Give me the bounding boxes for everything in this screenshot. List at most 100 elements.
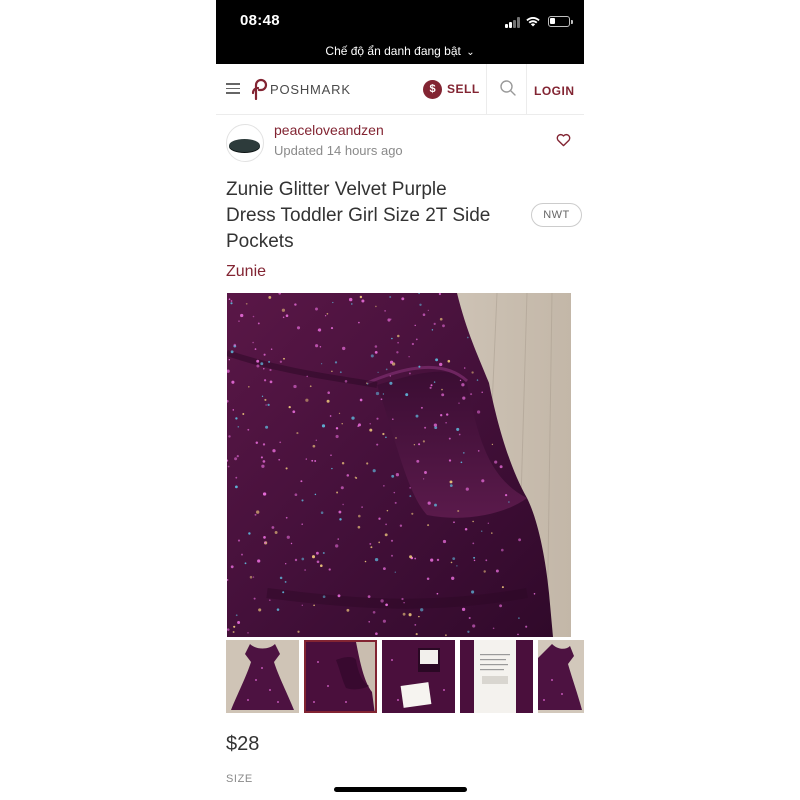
glitter-speck bbox=[415, 338, 418, 341]
glitter-speck bbox=[414, 324, 416, 327]
glitter-speck bbox=[378, 541, 381, 544]
glitter-speck bbox=[461, 607, 466, 612]
glitter-speck bbox=[375, 305, 377, 308]
poshmark-logo-text[interactable]: POSHMARK bbox=[270, 82, 351, 97]
glitter-speck bbox=[419, 303, 422, 306]
glitter-speck bbox=[257, 559, 261, 563]
glitter-speck bbox=[369, 428, 373, 432]
glitter-speck bbox=[235, 417, 238, 420]
glitter-speck bbox=[228, 298, 231, 300]
glitter-speck bbox=[492, 627, 495, 630]
glitter-speck bbox=[272, 449, 276, 453]
glitter-speck bbox=[257, 322, 260, 325]
glitter-speck bbox=[335, 544, 339, 548]
glitter-speck bbox=[408, 372, 411, 375]
glitter-speck bbox=[427, 524, 430, 527]
glitter-speck bbox=[256, 359, 260, 363]
header-divider bbox=[486, 64, 487, 114]
glitter-speck bbox=[382, 619, 386, 623]
hamburger-menu-icon[interactable] bbox=[226, 83, 240, 94]
glitter-speck bbox=[241, 553, 243, 556]
glitter-speck bbox=[376, 443, 379, 446]
thumbnail-pocket-closeup[interactable] bbox=[304, 640, 377, 713]
glitter-speck bbox=[247, 632, 249, 634]
battery-level bbox=[550, 18, 555, 24]
thumbnail-care-tag[interactable] bbox=[460, 640, 533, 713]
thumbnail-dress-front[interactable] bbox=[226, 640, 299, 713]
glitter-speck bbox=[476, 379, 479, 381]
glitter-speck bbox=[466, 336, 469, 339]
glitter-speck bbox=[361, 299, 365, 303]
glitter-speck bbox=[338, 510, 342, 514]
glitter-speck bbox=[240, 313, 244, 318]
glitter-speck bbox=[386, 509, 389, 512]
glitter-speck bbox=[387, 318, 391, 322]
glitter-speck bbox=[230, 300, 233, 302]
glitter-speck bbox=[501, 548, 504, 552]
glitter-speck bbox=[518, 617, 520, 619]
glitter-speck bbox=[411, 512, 414, 515]
heart-icon[interactable] bbox=[556, 133, 571, 147]
glitter-speck bbox=[263, 536, 266, 539]
glitter-speck bbox=[262, 460, 266, 463]
glitter-speck bbox=[341, 462, 345, 465]
glitter-speck bbox=[288, 405, 291, 409]
glitter-speck bbox=[408, 613, 412, 617]
glitter-speck bbox=[260, 456, 263, 459]
glitter-speck bbox=[233, 343, 237, 347]
glitter-speck bbox=[300, 480, 303, 483]
glitter-speck bbox=[383, 485, 385, 487]
main-listing-photo[interactable] bbox=[227, 293, 571, 637]
glitter-speck bbox=[418, 615, 420, 618]
glitter-speck bbox=[385, 603, 388, 607]
glitter-speck bbox=[296, 432, 299, 435]
glitter-speck bbox=[416, 459, 420, 463]
glitter-speck bbox=[382, 567, 386, 571]
glitter-speck bbox=[358, 321, 360, 324]
glitter-speck bbox=[375, 391, 380, 396]
glitter-speck bbox=[369, 542, 372, 545]
glitter-speck bbox=[268, 599, 271, 602]
glitter-speck bbox=[399, 524, 403, 527]
glitter-speck bbox=[271, 526, 275, 529]
thumbnail-neck-label[interactable] bbox=[382, 640, 455, 713]
glitter-speck bbox=[270, 348, 273, 350]
login-button[interactable]: LOGIN bbox=[534, 84, 575, 98]
glitter-speck bbox=[436, 592, 439, 595]
glitter-speck bbox=[344, 380, 348, 383]
glitter-speck bbox=[268, 360, 271, 363]
glitter-speck bbox=[335, 434, 339, 439]
glitter-speck bbox=[374, 345, 378, 348]
incognito-banner[interactable]: Chế độ ẩn danh đang bật ⌄ bbox=[216, 44, 584, 58]
glitter-speck bbox=[389, 296, 392, 298]
glitter-speck bbox=[301, 523, 303, 525]
glitter-speck bbox=[341, 423, 343, 425]
poshmark-logo-icon[interactable] bbox=[250, 78, 268, 100]
glitter-speck bbox=[256, 364, 260, 368]
glitter-speck bbox=[377, 371, 379, 373]
glitter-speck bbox=[459, 379, 462, 382]
glitter-speck bbox=[264, 541, 267, 544]
seller-avatar[interactable] bbox=[226, 124, 264, 162]
seller-username[interactable]: peaceloveandzen bbox=[274, 122, 384, 138]
sell-button[interactable]: $ SELL bbox=[423, 78, 480, 100]
glitter-speck bbox=[285, 563, 287, 565]
glitter-speck bbox=[501, 586, 504, 589]
glitter-speck bbox=[284, 580, 287, 583]
glitter-speck bbox=[334, 361, 338, 364]
glitter-speck bbox=[370, 354, 374, 358]
glitter-speck bbox=[449, 484, 453, 487]
glitter-speck bbox=[238, 320, 240, 322]
glitter-speck bbox=[460, 461, 463, 464]
home-indicator[interactable] bbox=[334, 787, 467, 792]
glitter-speck bbox=[242, 413, 245, 415]
glitter-speck bbox=[450, 561, 453, 564]
glitter-speck bbox=[297, 630, 300, 633]
glitter-speck bbox=[301, 604, 303, 606]
glitter-speck bbox=[395, 437, 397, 439]
glitter-speck bbox=[449, 480, 453, 484]
search-icon[interactable] bbox=[498, 78, 518, 98]
brand-link[interactable]: Zunie bbox=[226, 263, 266, 281]
thumbnail-dress-side[interactable] bbox=[538, 640, 584, 713]
glitter-speck bbox=[346, 608, 350, 612]
